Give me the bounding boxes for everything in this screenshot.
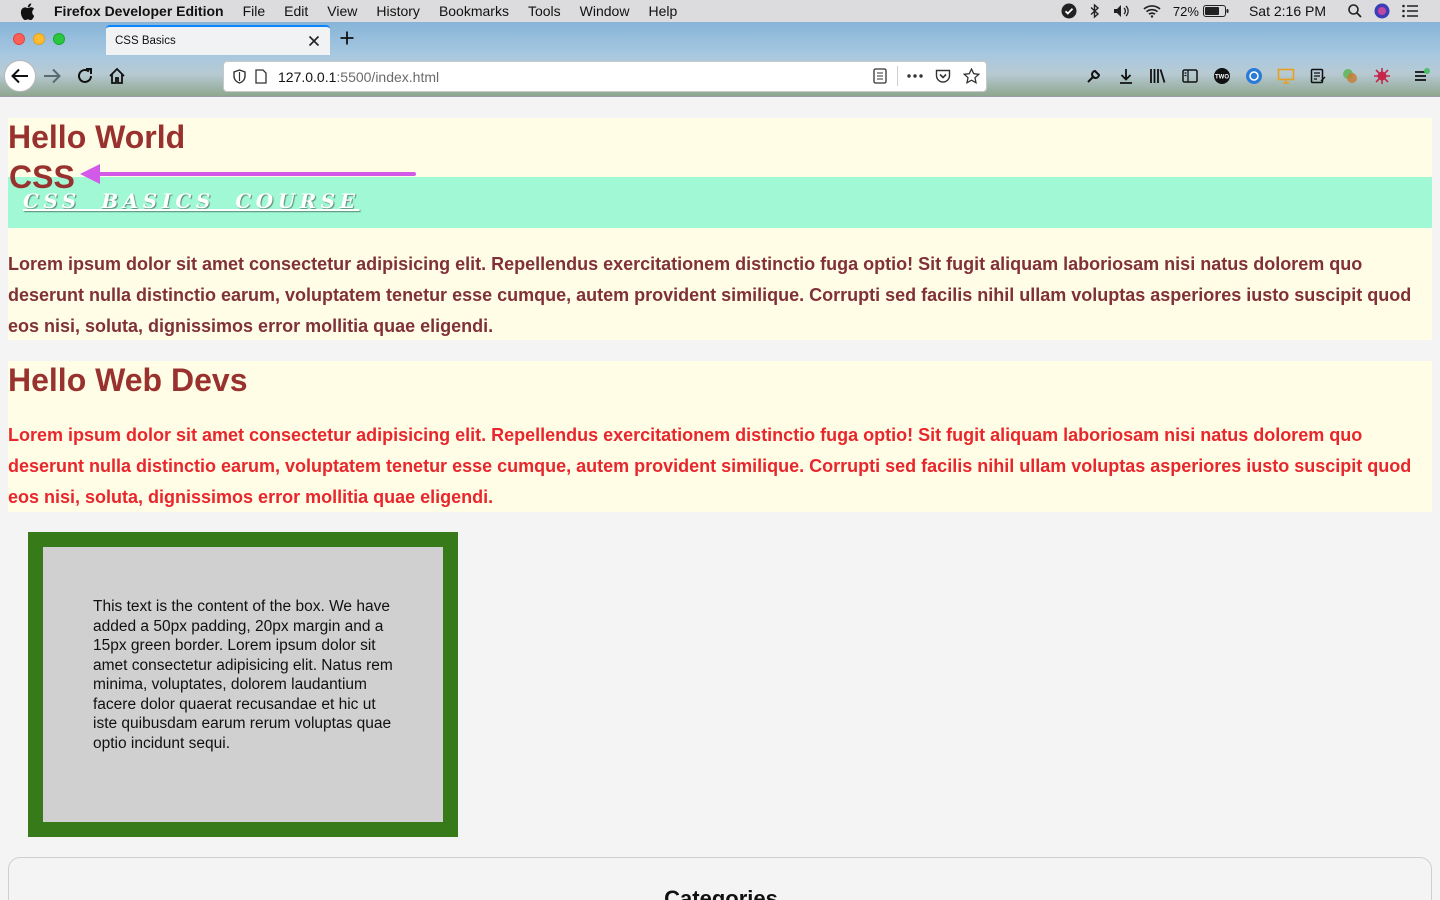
downloads-icon[interactable] xyxy=(1110,63,1142,89)
reload-icon[interactable] xyxy=(69,60,101,92)
pocket-icon[interactable] xyxy=(932,65,954,87)
menu-window[interactable]: Window xyxy=(580,3,630,19)
forward-arrow-icon[interactable] xyxy=(36,60,68,92)
devtools-wrench-icon[interactable] xyxy=(1078,63,1110,89)
extension-notes-icon[interactable] xyxy=(1302,63,1334,89)
page-info-icon[interactable] xyxy=(250,66,272,88)
box-model-demo: This text is the content of the box. We … xyxy=(28,532,458,837)
url-host: 127.0.0.1 xyxy=(278,68,337,85)
heading-css: CSS xyxy=(9,159,75,195)
volume-icon[interactable] xyxy=(1113,4,1131,18)
bluetooth-icon[interactable] xyxy=(1089,3,1101,19)
extension-globe-icon[interactable] xyxy=(1238,63,1270,89)
menu-edit[interactable]: Edit xyxy=(284,3,308,19)
window-maximize-button[interactable] xyxy=(53,33,65,45)
window-close-button[interactable] xyxy=(13,33,25,45)
siri-icon[interactable] xyxy=(1374,3,1390,19)
home-icon[interactable] xyxy=(101,60,133,92)
battery-icon[interactable] xyxy=(1202,5,1229,17)
menu-view[interactable]: View xyxy=(327,3,357,19)
menu-bookmarks[interactable]: Bookmarks xyxy=(439,3,509,19)
status-check-icon[interactable] xyxy=(1061,3,1077,19)
box-content-text: This text is the content of the box. We … xyxy=(93,598,393,752)
extension-bug-icon[interactable] xyxy=(1366,63,1398,89)
browser-chrome: CSS Basics 127.0.0.1:5500/index.html TW… xyxy=(0,22,1440,97)
url-path: :5500/index.html xyxy=(336,68,440,85)
menubar-clock[interactable]: Sat 2:16 PM xyxy=(1249,3,1326,19)
tracking-protection-shield-icon[interactable] xyxy=(228,66,250,88)
menu-history[interactable]: History xyxy=(376,3,420,19)
extensions-toolbar: TWO xyxy=(1078,63,1438,89)
hamburger-menu-icon[interactable] xyxy=(1406,63,1438,89)
url-divider xyxy=(897,66,898,86)
tab-title: CSS Basics xyxy=(115,35,176,47)
extension-monitor-icon[interactable] xyxy=(1270,63,1302,89)
new-tab-plus-icon[interactable] xyxy=(335,26,359,50)
hello-world-section: Hello World CSS BASICS COURSE CSS Lorem … xyxy=(8,118,1432,340)
extension-color-picker-icon[interactable] xyxy=(1334,63,1366,89)
tab-close-icon[interactable] xyxy=(302,29,326,53)
window-minimize-button[interactable] xyxy=(33,33,45,45)
battery-percent: 72% xyxy=(1172,3,1199,19)
extension-two-icon[interactable]: TWO xyxy=(1206,63,1238,89)
categories-title: Categories xyxy=(664,886,778,900)
page-viewport: Hello World CSS BASICS COURSE CSS Lorem … xyxy=(0,98,1440,900)
page-actions-ellipsis-icon[interactable] xyxy=(904,65,926,87)
url-bar[interactable]: 127.0.0.1:5500/index.html xyxy=(223,61,987,92)
macos-menubar: Firefox Developer Edition File Edit View… xyxy=(0,0,1440,22)
heading-hello-web-devs: Hello Web Devs xyxy=(8,362,248,398)
menu-tools[interactable]: Tools xyxy=(528,3,561,19)
bookmark-star-icon[interactable] xyxy=(960,65,982,87)
annotation-arrow xyxy=(80,164,416,184)
tab-css-basics[interactable]: CSS Basics xyxy=(106,25,330,55)
notification-center-icon[interactable] xyxy=(1402,4,1418,18)
spotlight-search-icon[interactable] xyxy=(1348,4,1362,18)
paragraph-lorem-1: Lorem ipsum dolor sit amet consectetur a… xyxy=(8,254,1412,336)
menu-file[interactable]: File xyxy=(243,3,266,19)
wifi-icon[interactable] xyxy=(1143,4,1161,18)
tab-strip: CSS Basics xyxy=(0,22,1440,55)
navigation-toolbar: 127.0.0.1:5500/index.html TWO xyxy=(0,55,1440,97)
paragraph-lorem-2: Lorem ipsum dolor sit amet consectetur a… xyxy=(8,425,1412,507)
menu-app-name[interactable]: Firefox Developer Edition xyxy=(54,3,224,19)
library-icon[interactable] xyxy=(1142,63,1174,89)
back-arrow-icon[interactable] xyxy=(4,60,36,92)
categories-card: Categories xyxy=(8,857,1432,900)
menu-help[interactable]: Help xyxy=(648,3,677,19)
svg-text:TWO: TWO xyxy=(1215,75,1229,81)
hello-web-devs-section: Hello Web Devs Lorem ipsum dolor sit ame… xyxy=(8,361,1432,512)
apple-menu-icon[interactable] xyxy=(20,2,38,20)
reader-view-icon[interactable] xyxy=(869,65,891,87)
sidebar-icon[interactable] xyxy=(1174,63,1206,89)
heading-hello-world: Hello World xyxy=(8,119,186,155)
